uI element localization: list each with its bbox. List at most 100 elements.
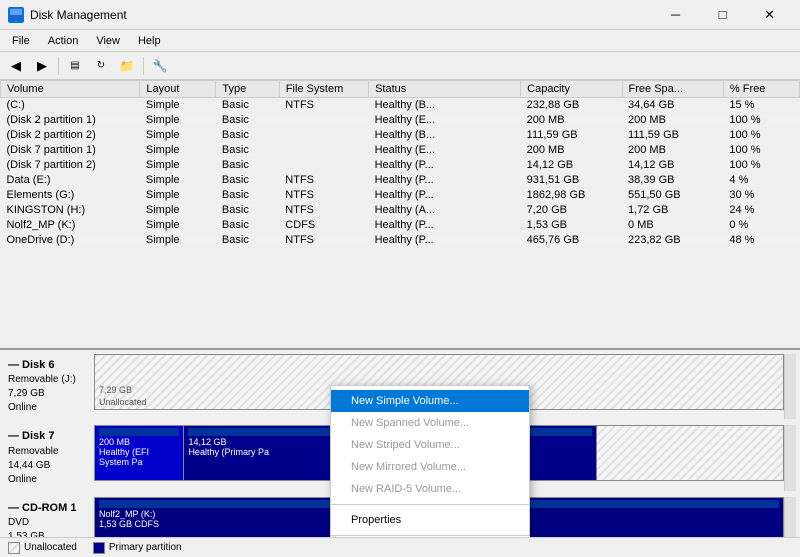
cell-free: 34,64 GB (622, 98, 723, 113)
ctx-separator-1 (331, 504, 529, 505)
table-row[interactable]: (Disk 2 partition 1) Simple Basic Health… (1, 113, 800, 128)
table-row[interactable]: Elements (G:) Simple Basic NTFS Healthy … (1, 188, 800, 203)
status-bar: Unallocated Primary partition (0, 537, 800, 557)
cell-volume: Elements (G:) (1, 188, 140, 203)
app-icon (8, 7, 24, 23)
legend-primary-label: Primary partition (109, 542, 182, 553)
cell-type: Basic (216, 98, 279, 113)
cell-status: Healthy (A... (369, 203, 521, 218)
cell-status: Healthy (P... (369, 218, 521, 233)
cell-free: 0 MB (622, 218, 723, 233)
col-header-layout: Layout (140, 81, 216, 98)
col-header-fs: File System (279, 81, 368, 98)
view-button[interactable]: ▤ (63, 55, 87, 77)
legend-primary-box (93, 542, 105, 554)
scroll-right-6 (784, 354, 796, 419)
ctx-properties[interactable]: Properties (331, 509, 529, 531)
maximize-button[interactable]: □ (700, 0, 745, 30)
main-area: Volume Layout Type File System Status Ca… (0, 80, 800, 537)
toolbar-separator-2 (143, 57, 144, 75)
cell-layout: Simple (140, 158, 216, 173)
col-header-free: Free Spa... (622, 81, 723, 98)
menu-help[interactable]: Help (130, 33, 169, 49)
disk-7-label: — Disk 7 Removable 14,44 GB Online (4, 425, 94, 490)
legend-primary: Primary partition (93, 542, 182, 554)
toolbar: ◀ ▶ ▤ ↻ 📁 🔧 (0, 52, 800, 80)
cell-layout: Simple (140, 98, 216, 113)
refresh-button[interactable]: ↻ (89, 55, 113, 77)
back-button[interactable]: ◀ (4, 55, 28, 77)
cell-fs: NTFS (279, 98, 368, 113)
cell-free: 1,72 GB (622, 203, 723, 218)
cell-free: 551,50 GB (622, 188, 723, 203)
ctx-new-striped-volume[interactable]: New Striped Volume... (331, 434, 529, 456)
menu-action[interactable]: Action (40, 33, 87, 49)
disk-7-efi[interactable]: 200 MB Healthy (EFI System Pa (95, 426, 184, 480)
cell-capacity: 1,53 GB (521, 218, 622, 233)
cell-capacity: 465,76 GB (521, 233, 622, 248)
forward-button[interactable]: ▶ (30, 55, 54, 77)
close-button[interactable]: ✕ (747, 0, 792, 30)
ctx-new-mirrored-volume[interactable]: New Mirrored Volume... (331, 456, 529, 478)
cell-type: Basic (216, 128, 279, 143)
legend-unalloc-label: Unallocated (24, 542, 77, 553)
cell-layout: Simple (140, 173, 216, 188)
cell-layout: Simple (140, 233, 216, 248)
cell-volume: (C:) (1, 98, 140, 113)
menu-bar: File Action View Help (0, 30, 800, 52)
table-row[interactable]: Nolf2_MP (K:) Simple Basic CDFS Healthy … (1, 218, 800, 233)
cell-capacity: 232,88 GB (521, 98, 622, 113)
cell-fs: NTFS (279, 233, 368, 248)
cell-pct: 30 % (723, 188, 799, 203)
cell-fs: CDFS (279, 218, 368, 233)
table-row[interactable]: OneDrive (D:) Simple Basic NTFS Healthy … (1, 233, 800, 248)
cell-type: Basic (216, 173, 279, 188)
col-header-pct: % Free (723, 81, 799, 98)
minimize-button[interactable]: ─ (653, 0, 698, 30)
cell-volume: KINGSTON (H:) (1, 203, 140, 218)
cell-capacity: 14,12 GB (521, 158, 622, 173)
volume-table-area[interactable]: Volume Layout Type File System Status Ca… (0, 80, 800, 350)
disk-6-label: — Disk 6 Removable (J:) 7,29 GB Online (4, 354, 94, 419)
folder-button[interactable]: 📁 (115, 55, 139, 77)
cell-status: Healthy (P... (369, 188, 521, 203)
table-row[interactable]: (Disk 7 partition 1) Simple Basic Health… (1, 143, 800, 158)
cell-volume: (Disk 7 partition 1) (1, 143, 140, 158)
legend-unalloc-box (8, 542, 20, 554)
cell-pct: 100 % (723, 113, 799, 128)
table-row[interactable]: (Disk 7 partition 2) Simple Basic Health… (1, 158, 800, 173)
cell-type: Basic (216, 203, 279, 218)
cell-free: 200 MB (622, 143, 723, 158)
ctx-new-spanned-volume[interactable]: New Spanned Volume... (331, 412, 529, 434)
col-header-capacity: Capacity (521, 81, 622, 98)
window-controls: ─ □ ✕ (653, 0, 792, 30)
menu-view[interactable]: View (88, 33, 128, 49)
cdrom-1-label: — CD-ROM 1 DVD 1,53 GB (4, 497, 94, 537)
ctx-new-raid5-volume[interactable]: New RAID-5 Volume... (331, 478, 529, 500)
ctx-new-simple-volume[interactable]: New Simple Volume... (331, 390, 529, 412)
table-row[interactable]: (C:) Simple Basic NTFS Healthy (B... 232… (1, 98, 800, 113)
cell-volume: Nolf2_MP (K:) (1, 218, 140, 233)
cell-fs (279, 158, 368, 173)
cell-pct: 100 % (723, 143, 799, 158)
cell-type: Basic (216, 188, 279, 203)
cell-type: Basic (216, 218, 279, 233)
cell-volume: OneDrive (D:) (1, 233, 140, 248)
cell-capacity: 7,20 GB (521, 203, 622, 218)
table-row[interactable]: KINGSTON (H:) Simple Basic NTFS Healthy … (1, 203, 800, 218)
cell-status: Healthy (P... (369, 173, 521, 188)
cell-pct: 100 % (723, 158, 799, 173)
settings-button[interactable]: 🔧 (148, 55, 172, 77)
cell-layout: Simple (140, 218, 216, 233)
cell-free: 200 MB (622, 113, 723, 128)
table-row[interactable]: (Disk 2 partition 2) Simple Basic Health… (1, 128, 800, 143)
disk-7-unalloc[interactable] (597, 426, 783, 480)
table-row[interactable]: Data (E:) Simple Basic NTFS Healthy (P..… (1, 173, 800, 188)
cell-type: Basic (216, 143, 279, 158)
cell-capacity: 1862,98 GB (521, 188, 622, 203)
cell-volume: (Disk 7 partition 2) (1, 158, 140, 173)
window-title: Disk Management (30, 8, 127, 22)
cell-fs (279, 143, 368, 158)
col-header-volume: Volume (1, 81, 140, 98)
menu-file[interactable]: File (4, 33, 38, 49)
